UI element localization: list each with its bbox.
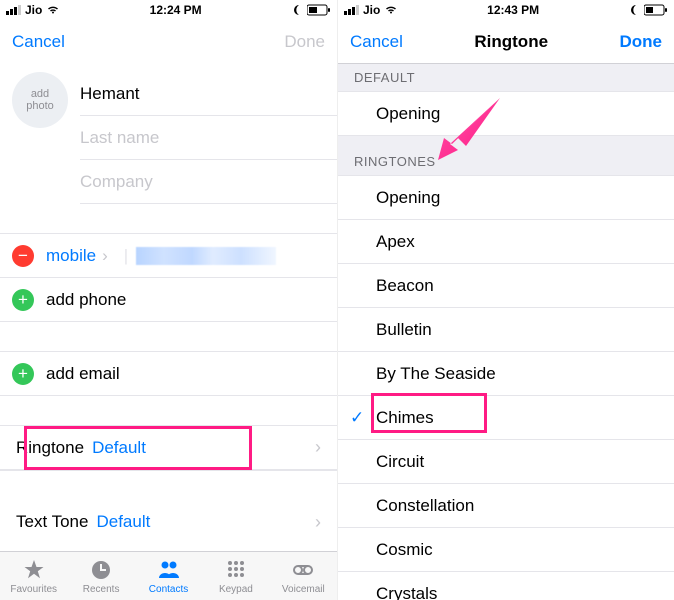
ringtone-item[interactable]: ✓ Chimes (338, 396, 674, 440)
add-photo-button[interactable]: add photo (12, 72, 68, 128)
add-email-row[interactable]: + add email (0, 352, 337, 396)
cancel-button[interactable]: Cancel (350, 32, 403, 52)
status-bar: Jio 12:24 PM (0, 0, 337, 20)
ringtone-value: Default (92, 438, 146, 458)
tab-favourites[interactable]: Favourites (0, 552, 67, 600)
last-name-field[interactable] (80, 128, 321, 148)
chevron-icon: › (315, 437, 321, 458)
add-phone-label: add phone (46, 290, 126, 310)
add-email-label: add email (46, 364, 120, 384)
phone-number-blurred[interactable] (136, 247, 276, 265)
phone-type-label[interactable]: mobile (46, 246, 96, 266)
carrier-label: Jio (25, 3, 42, 17)
status-bar: Jio 12:43 PM (338, 0, 674, 20)
ringtone-item[interactable]: Beacon (338, 264, 674, 308)
tab-keypad[interactable]: Keypad (202, 552, 269, 600)
ringtone-name: Beacon (376, 276, 434, 296)
screen-ringtone: Jio 12:43 PM Cancel Ringtone Done Defaul… (337, 0, 674, 600)
ringtone-name: Chimes (376, 408, 434, 428)
ringtone-name: Cosmic (376, 540, 433, 560)
clock: 12:43 PM (487, 3, 539, 17)
tab-voicemail[interactable]: Voicemail (270, 552, 337, 600)
tab-label: Recents (83, 584, 120, 595)
annotation-arrow (430, 88, 510, 173)
chevron-icon: › (315, 512, 321, 533)
ringtone-item[interactable]: Opening (338, 176, 674, 220)
tab-bar: Favourites Recents Contacts Keypad Voicemail (0, 551, 337, 600)
remove-phone-button[interactable]: − (12, 245, 34, 267)
ringtone-item[interactable]: Apex (338, 220, 674, 264)
moon-icon (628, 4, 640, 16)
battery-icon (307, 4, 331, 16)
texttone-value: Default (96, 512, 150, 532)
tab-label: Keypad (219, 584, 253, 595)
nav-bar: Cancel Ringtone Done (338, 20, 674, 64)
ringtone-item[interactable]: By The Seaside (338, 352, 674, 396)
tab-label: Favourites (10, 584, 57, 595)
battery-icon (644, 4, 668, 16)
wifi-icon (384, 5, 398, 15)
add-phone-row[interactable]: + add phone (0, 278, 337, 322)
ringtone-name: Bulletin (376, 320, 432, 340)
ringtone-label: Ringtone (16, 438, 84, 458)
done-button[interactable]: Done (284, 32, 325, 52)
texttone-row[interactable]: Text Tone Default › (0, 500, 337, 544)
signal-icon (344, 5, 359, 15)
company-field[interactable] (80, 172, 321, 192)
page-title: Ringtone (474, 32, 548, 52)
nav-bar: Cancel Done (0, 20, 337, 64)
ringtone-name: By The Seaside (376, 364, 496, 384)
ringtone-name: Crystals (376, 584, 437, 600)
cancel-button[interactable]: Cancel (12, 32, 65, 52)
checkmark-icon: ✓ (350, 408, 364, 428)
ringtone-row[interactable]: Ringtone Default › (0, 426, 337, 470)
ringtone-item[interactable]: Cosmic (338, 528, 674, 572)
ringtone-item[interactable]: Bulletin (338, 308, 674, 352)
tab-label: Voicemail (282, 584, 325, 595)
ringtone-name: Apex (376, 232, 415, 252)
tab-label: Contacts (149, 584, 188, 595)
clock: 12:24 PM (150, 3, 202, 17)
add-icon: + (12, 289, 34, 311)
done-button[interactable]: Done (619, 32, 662, 52)
ringtone-name: Constellation (376, 496, 474, 516)
first-name-field[interactable] (80, 84, 321, 104)
ringtone-item[interactable]: Circuit (338, 440, 674, 484)
texttone-label: Text Tone (16, 512, 88, 532)
phone-row[interactable]: − mobile› | (0, 234, 337, 278)
screen-edit-contact: Jio 12:24 PM Cancel Done add photo − mob… (0, 0, 337, 600)
signal-icon (6, 5, 21, 15)
add-icon: + (12, 363, 34, 385)
ringtone-name: Opening (376, 188, 440, 208)
carrier-label: Jio (363, 3, 380, 17)
wifi-icon (46, 5, 60, 15)
ringtone-item[interactable]: Crystals (338, 572, 674, 600)
ringtone-item[interactable]: Constellation (338, 484, 674, 528)
chevron-icon: › (102, 246, 108, 266)
ringtone-name: Circuit (376, 452, 424, 472)
moon-icon (291, 4, 303, 16)
tab-recents[interactable]: Recents (67, 552, 134, 600)
tab-contacts[interactable]: Contacts (135, 552, 202, 600)
